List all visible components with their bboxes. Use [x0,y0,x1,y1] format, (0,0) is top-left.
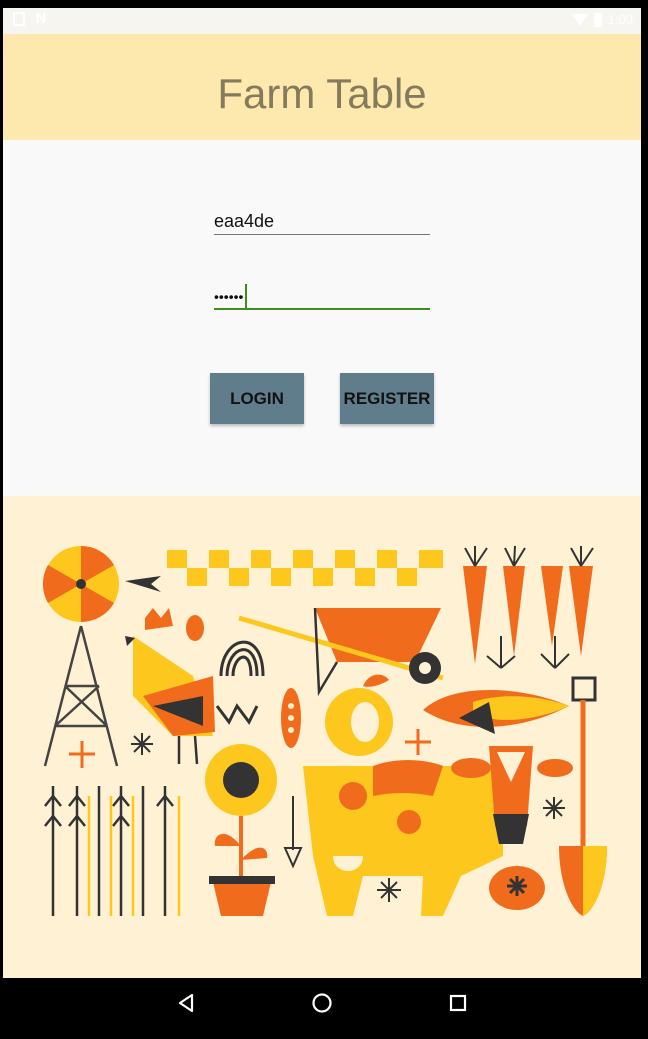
pod-icon [281,688,301,748]
username-value: eaa4de [214,211,275,231]
hay-icon [215,640,265,725]
farm-illustration-art [42,545,607,916]
status-right-icons: 1:00 [571,12,633,27]
farm-illustration [3,496,641,978]
text-cursor [245,284,248,309]
app-title: Farm Table [217,70,427,117]
tomato-icon [489,866,545,910]
fork-icon [283,796,303,869]
sparkle-icon [405,729,431,755]
recent-apps-square-icon[interactable] [445,990,471,1016]
status-bar: N 1:00 [3,8,641,34]
sunflower-icon [205,744,277,916]
password-field[interactable]: •••••• [214,282,430,310]
carrots-icon [463,545,594,669]
login-button[interactable]: LOGIN [210,373,304,424]
login-form: eaa4de •••••• LOGIN REGISTER [3,140,641,496]
back-triangle-icon[interactable] [173,990,199,1016]
shovel-icon [559,676,607,916]
app-bar: Farm Table [3,34,641,140]
corn-icon [423,690,569,734]
password-value: •••••• [214,288,244,305]
status-time: 1:00 [607,12,633,27]
sparkle-icon [131,733,153,755]
apple-icon [325,674,393,756]
navigation-bar [3,978,641,1028]
signal-icon [571,13,588,26]
sparkle-icon [377,878,401,902]
home-circle-icon[interactable] [309,990,335,1016]
battery-icon [593,12,602,27]
sparkle-icon [543,797,565,819]
username-field[interactable]: eaa4de [214,208,430,235]
wheelbarrow-icon [238,607,444,697]
register-button[interactable]: REGISTER [340,373,434,424]
wheat-icon [44,786,174,916]
nfc-n-icon: N [35,10,47,27]
checker-pattern [167,550,443,586]
sd-card-icon [13,12,25,26]
device-frame: N 1:00 Farm Table eaa4de •••••• LOGIN RE… [0,0,648,1039]
status-left-icons: N [13,12,48,26]
